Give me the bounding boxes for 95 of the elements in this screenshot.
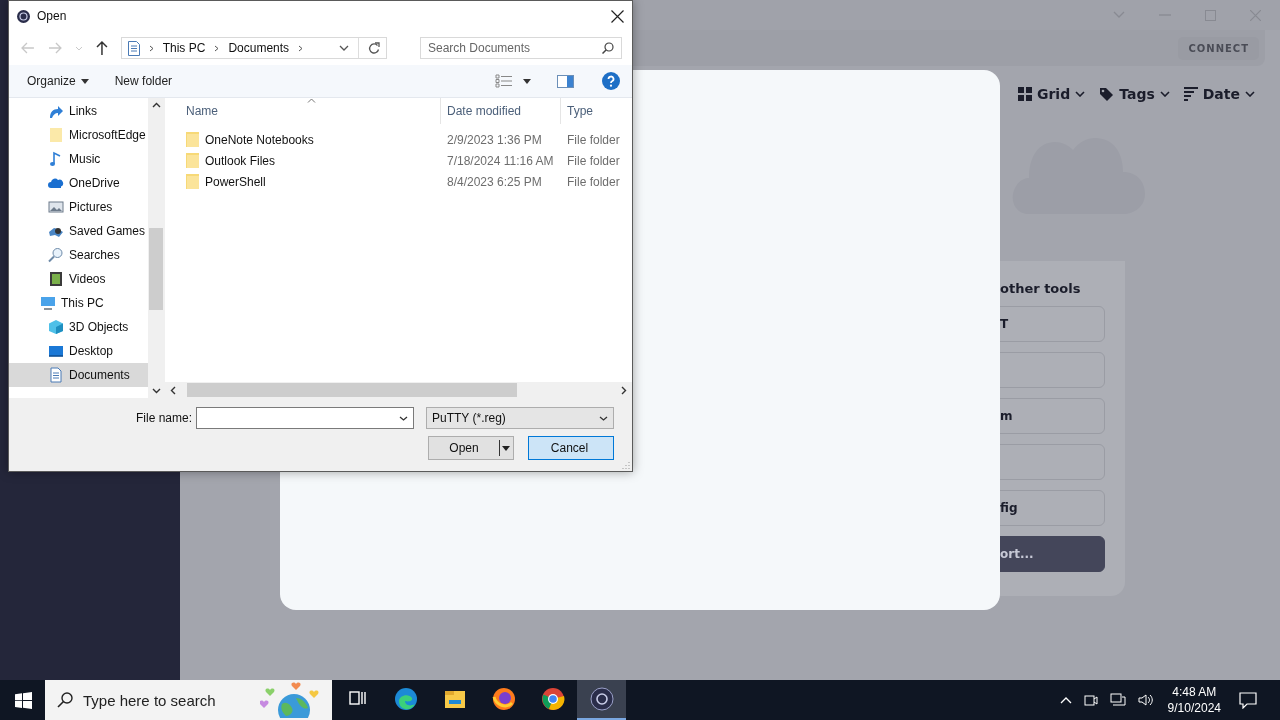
nav-item[interactable]: 3D Objects (9, 315, 148, 339)
address-bar[interactable]: This PC Documents (120, 37, 387, 59)
column-header[interactable]: Type (561, 98, 632, 124)
dialog-button[interactable]: Cancel (528, 436, 614, 460)
chevron-icon (298, 44, 304, 52)
dialog-button[interactable]: Open (428, 436, 514, 460)
refresh-icon[interactable] (368, 41, 380, 55)
chevron-icon (214, 44, 220, 52)
file-name-field[interactable] (196, 407, 414, 429)
volume-icon[interactable] (1137, 693, 1154, 707)
view-list-icon[interactable] (495, 74, 513, 88)
sort-icon (1183, 86, 1198, 102)
close-icon[interactable] (611, 9, 624, 23)
command-button[interactable]: New folder (106, 71, 181, 91)
chevron-icon (148, 44, 154, 52)
notification-icon[interactable] (1239, 691, 1257, 709)
field-label: File name: (135, 411, 192, 425)
app-icon (17, 9, 30, 23)
windows-logo-icon[interactable] (15, 691, 32, 709)
wave-logo-icon (393, 687, 418, 711)
taskbar-app[interactable] (577, 680, 626, 720)
dropdown-icon[interactable] (399, 416, 408, 421)
chevron-icon (1075, 91, 1086, 97)
clock-date[interactable]: 9/10/2024 (1167, 700, 1221, 716)
network-icon[interactable] (1109, 693, 1126, 707)
search-field[interactable]: Search Documents (420, 37, 622, 59)
monitor-icon (40, 295, 56, 311)
nav-item[interactable]: Searches (9, 243, 148, 267)
chevron-icon (1245, 91, 1255, 97)
clock-time[interactable]: 4:48 AM (1172, 684, 1217, 700)
grid-icon (1017, 87, 1032, 101)
wheel-logo-icon (540, 687, 565, 711)
nav-item[interactable]: Saved Games (9, 219, 148, 243)
magnifier-icon (48, 247, 64, 263)
nav-item[interactable]: Videos (9, 267, 148, 291)
nav-item[interactable]: MicrosoftEdge (9, 123, 148, 147)
nav-item[interactable]: Pictures (9, 195, 148, 219)
dropdown-icon[interactable] (339, 45, 349, 51)
scroll-thumb[interactable] (149, 228, 163, 310)
folder-icon (186, 174, 199, 189)
nav-item[interactable]: OneDrive (9, 171, 148, 195)
fox-logo-icon (491, 687, 516, 711)
help-icon[interactable] (602, 72, 620, 90)
meet-icon[interactable] (1083, 693, 1098, 707)
desktop-icon (48, 343, 64, 359)
table-cell-text: File folder (566, 174, 621, 189)
caret-icon (502, 445, 510, 451)
document-icon (48, 367, 64, 383)
table-cell-text: File folder (566, 153, 621, 168)
file-name[interactable]: OneNote Notebooks (205, 132, 314, 147)
file-type-select[interactable]: PuTTY (*.reg) (426, 407, 614, 429)
picture-frame-icon (48, 199, 64, 215)
taskbar-search-field[interactable]: Type here to search (45, 680, 332, 720)
preview-pane-icon[interactable] (557, 74, 574, 88)
caret-icon[interactable] (523, 78, 531, 84)
cube-icon (48, 319, 64, 335)
nav-item[interactable]: Music (9, 147, 148, 171)
ring-logo-icon (589, 687, 614, 711)
search-icon (57, 692, 73, 708)
table-cell-text: File folder (566, 132, 621, 147)
chevron-icon (1159, 91, 1170, 97)
file-name[interactable]: PowerShell (205, 174, 266, 189)
column-header[interactable]: Date modified (441, 98, 561, 124)
dropdown-icon (599, 415, 608, 421)
nav-item[interactable]: Links (9, 99, 148, 123)
file-name[interactable]: Outlook Files (205, 153, 276, 168)
scrollbar[interactable] (148, 98, 164, 398)
view-option[interactable]: Grid (1017, 86, 1086, 102)
document-icon (127, 40, 140, 56)
panel-heading: other tools (999, 281, 1082, 296)
window-title: Open (37, 9, 67, 23)
search-icon (602, 42, 614, 54)
nav-item[interactable]: Documents (9, 363, 148, 387)
resize-grip-icon[interactable] (621, 460, 630, 469)
view-option[interactable]: Date (1183, 86, 1255, 102)
scroll-thumb[interactable] (187, 383, 517, 397)
film-icon (48, 271, 64, 287)
breadcrumb-item[interactable]: This PC (162, 41, 206, 55)
nav-item[interactable]: Desktop (9, 339, 148, 363)
column-header[interactable]: Name (165, 98, 441, 124)
breadcrumb-item[interactable]: Documents (228, 41, 290, 55)
table-cell-text: 2/9/2023 1:36 PM (446, 132, 543, 147)
table-cell-text: 7/18/2024 11:16 AM (446, 153, 555, 168)
tag-icon (1099, 86, 1115, 102)
chevron-up-icon[interactable] (1059, 696, 1072, 704)
view-option[interactable]: Tags (1099, 86, 1170, 102)
scrollbar[interactable] (165, 382, 632, 398)
nav-item[interactable]: This PC (9, 291, 148, 315)
folder-icon (186, 153, 199, 168)
table-cell-text: 8/4/2023 6:25 PM (446, 174, 543, 189)
command-button[interactable]: Organize (19, 71, 97, 91)
arrow-icon (48, 103, 64, 119)
up-icon[interactable] (95, 41, 108, 55)
folder-icon (186, 132, 199, 147)
folder-icon (48, 127, 64, 143)
